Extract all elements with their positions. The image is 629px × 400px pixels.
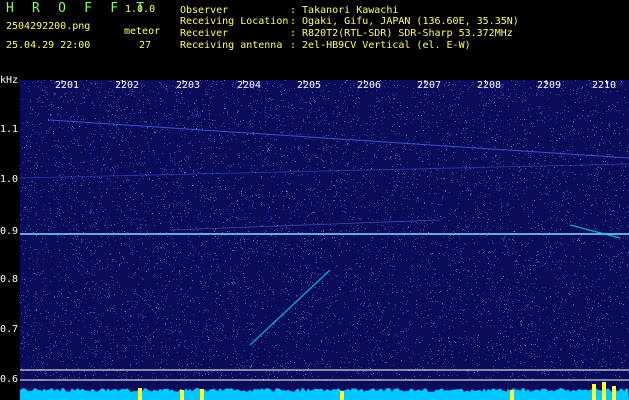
meteor-count: 27	[139, 40, 152, 51]
power-peak	[602, 382, 606, 400]
hour-label: 2206	[357, 80, 382, 91]
power-peak	[592, 384, 596, 400]
frequency-unit-label: kHz	[0, 75, 19, 86]
power-peak	[510, 390, 514, 400]
hour-label: 2205	[297, 80, 322, 91]
hour-label: 2203	[176, 80, 201, 91]
hour-label: 2209	[537, 80, 562, 91]
hour-label: 2210	[592, 80, 617, 91]
observer-value: : Takanori Kawachi	[290, 5, 399, 16]
file-name: 2504292200.png	[6, 21, 91, 32]
freq-label: 1.0	[0, 174, 19, 185]
app-version: 1.0.0	[125, 4, 156, 15]
freq-label: 0.7	[0, 324, 19, 335]
power-peak	[200, 389, 204, 400]
power-peak	[612, 386, 616, 400]
antenna-label: Receiving antenna	[180, 40, 283, 51]
hour-label: 2207	[417, 80, 442, 91]
freq-label: 0.9	[0, 226, 19, 237]
hour-label: 2201	[55, 80, 80, 91]
freq-label: 0.6	[0, 374, 19, 385]
meteor-label: meteor	[124, 26, 161, 37]
receiver-label: Receiver	[180, 28, 229, 39]
capture-datetime: 25.04.29 22:00	[6, 40, 91, 51]
power-peak	[180, 390, 184, 400]
hour-label: 2202	[115, 80, 140, 91]
hour-label: 2204	[237, 80, 262, 91]
location-label: Receiving Location	[180, 16, 289, 27]
hour-label: 2208	[477, 80, 502, 91]
antenna-value: : 2el-HB9CV Vertical (el. E-W)	[290, 40, 471, 51]
observer-label: Observer	[180, 5, 229, 16]
power-peak	[138, 388, 142, 400]
spectrogram	[20, 80, 629, 400]
freq-label: 1.1	[0, 124, 19, 135]
freq-label: 0.8	[0, 274, 19, 285]
receiver-value: : R820T2(RTL-SDR) SDR-Sharp 53.372MHz	[290, 28, 513, 39]
power-peak	[340, 391, 344, 400]
location-value: : Ogaki, Gifu, JAPAN (136.60E, 35.35N)	[290, 16, 519, 27]
